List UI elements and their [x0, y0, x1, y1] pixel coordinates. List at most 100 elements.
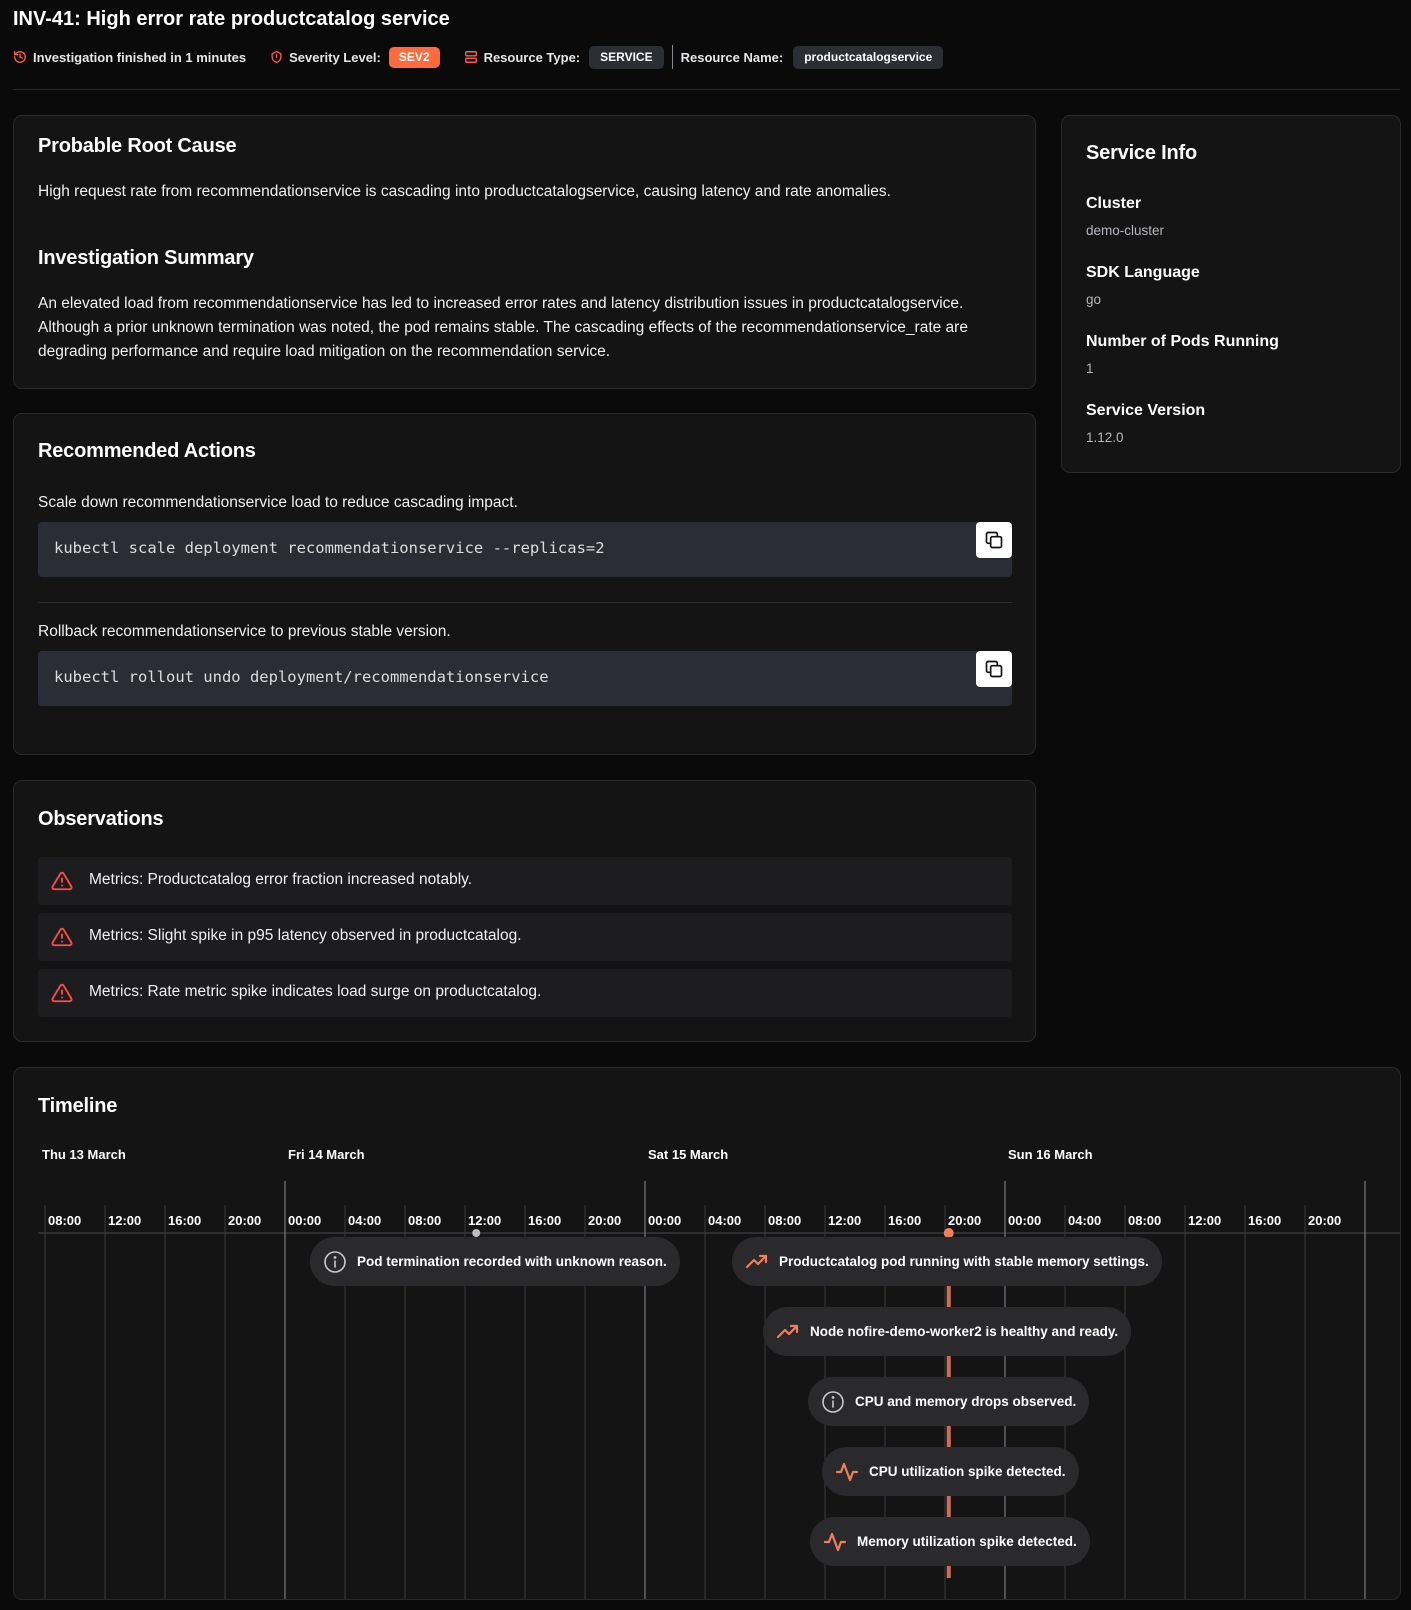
action-divider	[38, 602, 1012, 603]
timeline-hour-label: 08:00	[768, 1213, 801, 1228]
timeline-axis: 08:00 12:00 16:00 20:00 00:00 04:00 08:00 12:00…	[38, 1147, 1400, 1599]
pods-running-label: Number of Pods Running	[1086, 333, 1279, 350]
copy-command-button[interactable]	[976, 651, 1012, 687]
timeline-event-marker-dot	[472, 1229, 481, 1237]
observations-title: Observations	[38, 808, 164, 830]
service-version-value: 1.12.0	[1086, 430, 1124, 445]
timeline-hour-label: 20:00	[228, 1213, 261, 1228]
timeline-day-label: Sun 16 March	[1008, 1147, 1093, 1162]
observation-text: Metrics: Rate metric spike indicates loa…	[89, 983, 542, 1000]
resource-type-badge: SERVICE	[589, 45, 664, 69]
page-title: INV-41: High error rate productcatalog s…	[13, 8, 450, 30]
sdk-language-label: SDK Language	[1086, 264, 1200, 281]
trending-up-icon	[776, 1324, 799, 1338]
activity-icon	[835, 1462, 859, 1481]
recommended-actions-title: Recommended Actions	[38, 440, 256, 462]
copy-command-button[interactable]	[976, 522, 1012, 558]
timeline-hour-label: 08:00	[408, 1213, 441, 1228]
action-description: Scale down recommendationservice load to…	[38, 494, 518, 511]
cluster-value: demo-cluster	[1086, 223, 1165, 238]
timeline-hour-label: 16:00	[168, 1213, 201, 1228]
timeline-hour-label: 08:00	[1128, 1213, 1161, 1228]
severity-label: Severity Level:	[289, 49, 381, 65]
sdk-language-value: go	[1086, 292, 1102, 307]
severity-level: Severity Level: SEV2	[270, 46, 440, 68]
alert-triangle-icon	[51, 927, 73, 947]
timeline-hour-label: 04:00	[1068, 1213, 1101, 1228]
resource-name-label: Resource Name:	[680, 49, 784, 65]
timeline-event-text: Node nofire-demo-worker2 is healthy and …	[810, 1324, 1119, 1339]
timeline-hour-label: 20:00	[1308, 1213, 1341, 1228]
activity-icon	[823, 1532, 847, 1551]
observation-text: Metrics: Productcatalog error fraction i…	[89, 871, 473, 888]
observation-item: Metrics: Rate metric spike indicates loa…	[38, 969, 1012, 1017]
meta-divider	[671, 45, 673, 69]
timeline-event[interactable]: Pod termination recorded with unknown re…	[310, 1237, 680, 1286]
timeline-hour-label: 00:00	[648, 1213, 681, 1228]
timeline-event[interactable]: Productcatalog pod running with stable m…	[732, 1237, 1162, 1286]
investigation-summary-title: Investigation Summary	[38, 247, 254, 269]
timeline-hour-label: 12:00	[108, 1213, 141, 1228]
action-command[interactable]: kubectl scale deployment recommendations…	[54, 539, 605, 557]
severity-badge: SEV2	[388, 46, 440, 68]
resource-name-badge: productcatalogservice	[793, 45, 944, 69]
timeline-event[interactable]: CPU and memory drops observed.	[808, 1377, 1090, 1426]
root-cause-card: Probable Root Cause High request rate fr…	[13, 115, 1036, 389]
investigation-summary-text: An elevated load from recommendationserv…	[38, 295, 968, 360]
info-icon	[822, 1390, 844, 1413]
investigation-meta-bar: Investigation finished in 1 minutes Seve…	[13, 44, 944, 70]
investigation-status: Investigation finished in 1 minutes	[13, 50, 246, 65]
timeline-hour-label: 12:00	[828, 1213, 861, 1228]
alert-triangle-icon	[51, 983, 73, 1003]
pods-running-value: 1	[1086, 361, 1094, 376]
observation-item: Metrics: Slight spike in p95 latency obs…	[38, 913, 1012, 961]
resource-name: Resource Name: productcatalogservice	[680, 45, 944, 69]
timeline-event-text: Pod termination recorded with unknown re…	[357, 1254, 667, 1269]
timeline-event[interactable]: CPU utilization spike detected.	[822, 1447, 1079, 1496]
action-command-block: kubectl scale deployment recommendations…	[38, 522, 1012, 577]
resource-type: Resource Type: SERVICE	[464, 45, 664, 69]
timeline-event-text: Memory utilization spike detected.	[857, 1534, 1077, 1549]
timeline-event[interactable]: Node nofire-demo-worker2 is healthy and …	[763, 1307, 1132, 1356]
timeline-hour-label: 12:00	[468, 1213, 501, 1228]
info-icon	[324, 1250, 346, 1273]
timeline-day-label: Fri 14 March	[288, 1147, 365, 1162]
timeline-hour-label: 20:00	[948, 1213, 981, 1228]
timeline-hour-label: 00:00	[288, 1213, 321, 1228]
timeline-card: Timeline 08:00 12:00 16:00 20:00 00:00 04:00 0…	[13, 1067, 1401, 1600]
investigation-status-text: Investigation finished in 1 minutes	[33, 49, 247, 65]
trending-up-icon	[745, 1254, 768, 1268]
timeline-hour-label: 04:00	[708, 1213, 741, 1228]
resource-type-label: Resource Type:	[483, 49, 581, 65]
timeline-hour-label: 16:00	[528, 1213, 561, 1228]
service-info-title: Service Info	[1086, 142, 1197, 164]
timeline-event[interactable]: Memory utilization spike detected.	[810, 1517, 1090, 1566]
root-cause-title: Probable Root Cause	[38, 135, 237, 157]
server-icon	[464, 51, 477, 63]
observations-card: Observations Metrics: Productcatalog err…	[13, 780, 1036, 1042]
timeline-hour-label: 08:00	[48, 1213, 81, 1228]
copy-icon	[985, 660, 1003, 678]
timeline-hour-label: 00:00	[1008, 1213, 1041, 1228]
timeline-hour-label: 16:00	[888, 1213, 921, 1228]
alert-triangle-icon	[51, 871, 73, 891]
timeline-event-text: Productcatalog pod running with stable m…	[779, 1254, 1149, 1269]
copy-icon	[985, 531, 1003, 549]
recommended-actions-card: Recommended Actions Scale down recommend…	[13, 413, 1036, 755]
shield-icon	[271, 50, 282, 64]
action-description: Rollback recommendationservice to previo…	[38, 623, 451, 640]
timeline-hour-label: 04:00	[348, 1213, 381, 1228]
action-command[interactable]: kubectl rollout undo deployment/recommen…	[54, 668, 549, 686]
timeline-event-text: CPU utilization spike detected.	[869, 1464, 1066, 1479]
timeline-event-text: CPU and memory drops observed.	[855, 1394, 1077, 1409]
timeline-day-label: Sat 15 March	[648, 1147, 728, 1162]
timeline-hour-label: 20:00	[588, 1213, 621, 1228]
root-cause-text: High request rate from recommendationser…	[38, 183, 891, 200]
timeline-day-label: Thu 13 March	[42, 1147, 126, 1162]
service-version-label: Service Version	[1086, 402, 1206, 419]
cluster-label: Cluster	[1086, 195, 1142, 212]
history-icon	[14, 51, 26, 63]
timeline-hour-label: 12:00	[1188, 1213, 1221, 1228]
action-command-block: kubectl rollout undo deployment/recommen…	[38, 651, 1012, 706]
page-header: INV-41: High error rate productcatalog s…	[13, 0, 1400, 90]
